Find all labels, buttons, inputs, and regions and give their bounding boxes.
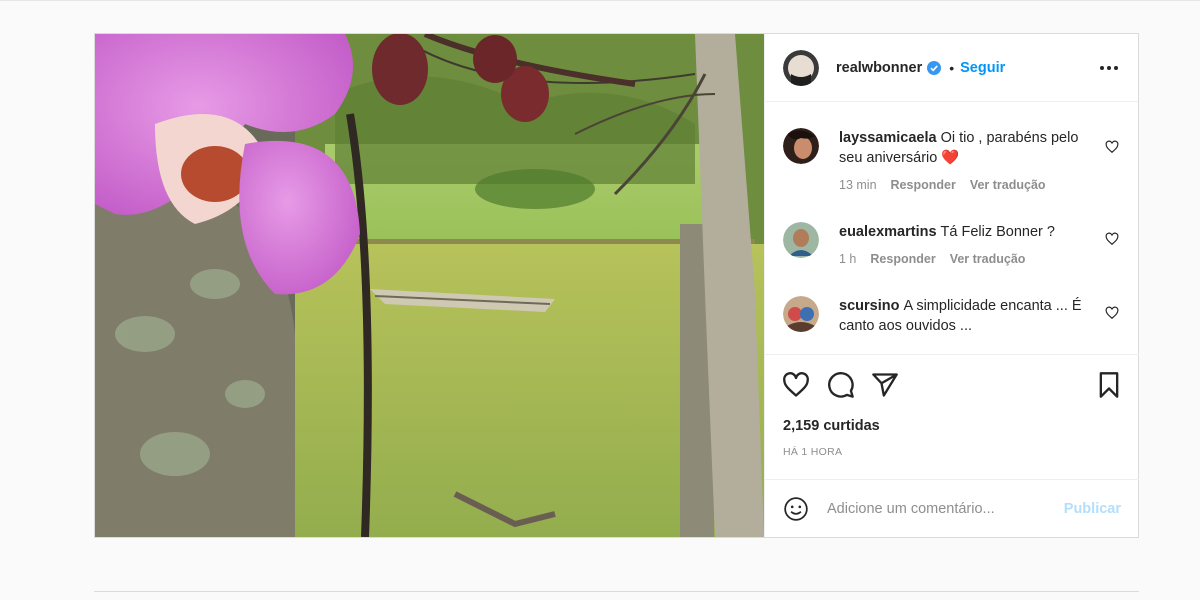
comment-username[interactable]: layssamicaela bbox=[839, 130, 937, 146]
translate-button[interactable]: Ver tradução bbox=[950, 252, 1026, 266]
top-divider bbox=[0, 0, 1200, 1]
post-header: realwbonner • Seguir bbox=[765, 34, 1138, 102]
like-comment-icon[interactable] bbox=[1105, 232, 1119, 246]
bottom-divider bbox=[94, 591, 1139, 592]
add-comment-bar: Publicar bbox=[765, 479, 1139, 537]
user-avatar-icon bbox=[783, 128, 819, 164]
orchid-lake-photo bbox=[95, 34, 764, 537]
post-sidebar: realwbonner • Seguir layssamicaela Oi ti… bbox=[764, 34, 1139, 537]
comment-text: eualexmartins Tá Feliz Bonner ? bbox=[839, 222, 1089, 242]
comment-time: 13 min bbox=[839, 178, 877, 192]
more-dot bbox=[1100, 65, 1104, 70]
post-actions: 2,159 curtidas HÁ 1 HORA bbox=[765, 354, 1139, 480]
like-comment-icon[interactable] bbox=[1105, 140, 1119, 154]
comment-meta bbox=[839, 346, 881, 354]
comment-text: layssamicaela Oi tio , parabéns pelo seu … bbox=[839, 128, 1089, 168]
likes-count[interactable]: 2,159 curtidas bbox=[783, 418, 880, 434]
author-username[interactable]: realwbonner bbox=[836, 60, 922, 76]
comment-avatar[interactable] bbox=[783, 222, 819, 258]
comment-username[interactable]: eualexmartins bbox=[839, 224, 937, 240]
share-send-icon[interactable] bbox=[871, 371, 899, 399]
author-avatar[interactable] bbox=[783, 49, 819, 86]
emoji-icon[interactable] bbox=[783, 496, 809, 522]
comment-avatar[interactable] bbox=[783, 296, 819, 332]
like-heart-icon[interactable] bbox=[782, 371, 810, 399]
verified-badge-icon bbox=[927, 60, 942, 75]
comment-text: scursino A simplicidade encanta ... É can… bbox=[839, 296, 1089, 336]
save-bookmark-icon[interactable] bbox=[1095, 371, 1123, 399]
comments-list[interactable]: layssamicaela Oi tio , parabéns pelo seu … bbox=[765, 102, 1138, 354]
comment-time: 1 h bbox=[839, 252, 857, 266]
comment-avatar[interactable] bbox=[783, 128, 819, 164]
comment-input[interactable] bbox=[827, 500, 1064, 517]
more-dot bbox=[1114, 65, 1118, 70]
user-avatar-icon bbox=[783, 222, 819, 258]
post-timestamp[interactable]: HÁ 1 HORA bbox=[783, 446, 842, 458]
comment-bubble-icon[interactable] bbox=[827, 371, 855, 399]
reply-button[interactable]: Responder bbox=[891, 178, 956, 192]
separator-dot: • bbox=[949, 59, 955, 76]
post-card: realwbonner • Seguir layssamicaela Oi ti… bbox=[94, 33, 1139, 538]
more-dot bbox=[1107, 65, 1111, 70]
follow-button[interactable]: Seguir bbox=[960, 60, 1005, 76]
user-avatar-icon bbox=[783, 49, 819, 86]
reply-button[interactable]: Responder bbox=[870, 252, 935, 266]
user-avatar-icon bbox=[783, 296, 819, 332]
comment-username[interactable]: scursino bbox=[839, 298, 899, 314]
comment-meta: 13 min Responder Ver tradução bbox=[839, 178, 1060, 192]
translate-button[interactable]: Ver tradução bbox=[970, 178, 1046, 192]
like-comment-icon[interactable] bbox=[1105, 306, 1119, 320]
post-photo[interactable] bbox=[95, 34, 764, 537]
comment-content: Tá Feliz Bonner ? bbox=[940, 224, 1055, 240]
more-options-icon[interactable] bbox=[1096, 60, 1122, 76]
comment-meta: 1 h Responder Ver tradução bbox=[839, 252, 1039, 266]
publish-button[interactable]: Publicar bbox=[1064, 501, 1121, 517]
